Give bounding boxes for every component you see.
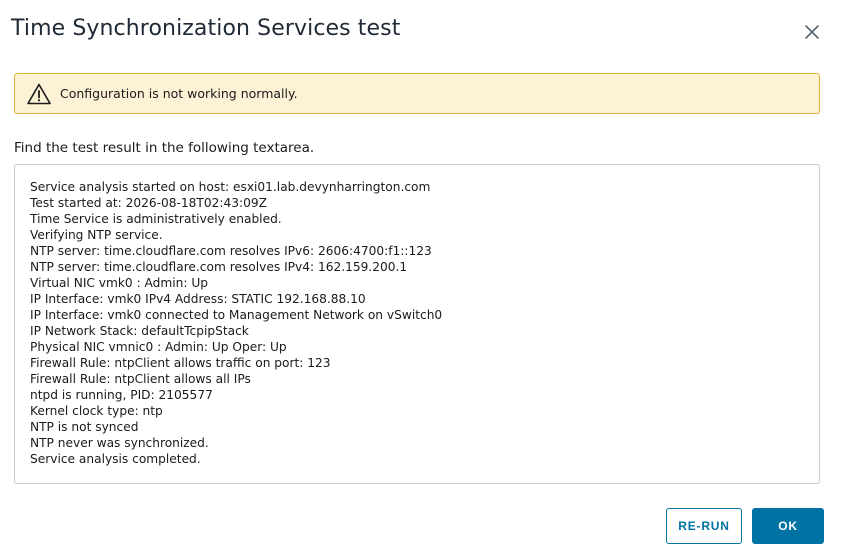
close-icon[interactable]: [800, 20, 824, 44]
warning-triangle-icon: [27, 83, 51, 105]
result-line: IP Network Stack: defaultTcpipStack: [30, 324, 249, 338]
alert-message: Configuration is not working normally.: [60, 86, 298, 101]
dialog-title: Time Synchronization Services test: [11, 16, 401, 41]
instruction-text: Find the test result in the following te…: [14, 140, 315, 156]
result-line: ntpd is running, PID: 2105577: [30, 388, 213, 402]
rerun-button[interactable]: RE-RUN: [666, 508, 742, 544]
result-line: NTP server: time.cloudflare.com resolves…: [30, 244, 432, 258]
result-line: Virtual NIC vmk0 : Admin: Up: [30, 276, 209, 290]
result-line: Time Service is administratively enabled…: [30, 212, 282, 226]
result-line: IP Interface: vmk0 connected to Manageme…: [30, 308, 443, 322]
result-line: Firewall Rule: ntpClient allows all IPs: [30, 372, 251, 386]
test-result-textarea[interactable]: Service analysis started on host: esxi01…: [14, 164, 820, 484]
close-button[interactable]: [800, 20, 824, 44]
result-line: Test started at: 2026-08-18T02:43:09Z: [30, 196, 267, 210]
result-line: IP Interface: vmk0 IPv4 Address: STATIC …: [30, 292, 366, 306]
result-line: NTP server: time.cloudflare.com resolves…: [30, 260, 408, 274]
result-line: Service analysis started on host: esxi01…: [30, 180, 431, 194]
warning-alert: Configuration is not working normally.: [14, 73, 820, 114]
result-line: Service analysis completed.: [30, 452, 201, 466]
result-line: Kernel clock type: ntp: [30, 404, 163, 418]
result-line: NTP never was synchronized.: [30, 436, 209, 450]
result-line: Physical NIC vmnic0 : Admin: Up Oper: Up: [30, 340, 287, 354]
result-line: Verifying NTP service.: [30, 228, 163, 242]
result-line: Firewall Rule: ntpClient allows traffic …: [30, 356, 331, 370]
ok-button[interactable]: OK: [752, 508, 824, 544]
time-sync-test-dialog: Time Synchronization Services test Confi…: [0, 0, 845, 559]
result-line: NTP is not synced: [30, 420, 139, 434]
